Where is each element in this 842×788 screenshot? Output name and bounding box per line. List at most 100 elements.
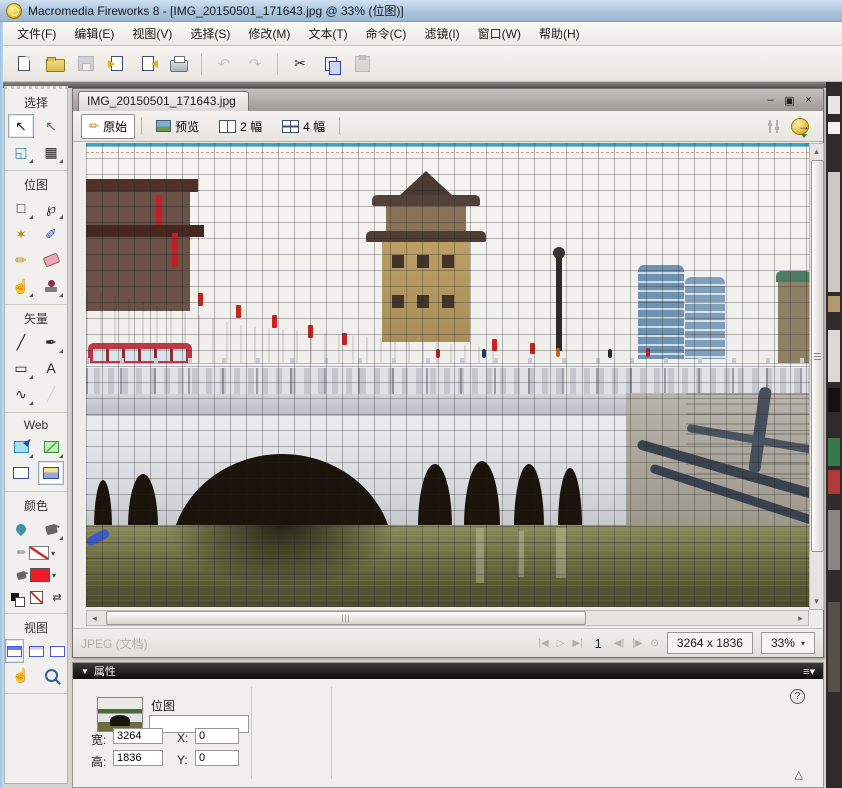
next-frame-icon[interactable]: |▶ [632,638,642,649]
viewbar-separator [141,117,143,135]
brush-tool[interactable]: ✐ [38,222,64,246]
show-slices-button[interactable] [38,461,64,485]
eraser-icon [42,252,60,268]
photo-top-edge [86,143,809,147]
panel-menu-icon[interactable]: ≡▾ [803,665,823,678]
photo-corner-tower-roof2 [86,225,204,237]
crop-tool[interactable]: ▦ [38,140,64,164]
cut-button[interactable]: ✂ [288,52,312,76]
freeform-tool[interactable]: ∿ [8,382,34,406]
doc-minimize-button[interactable]: – [764,94,777,106]
import-button[interactable] [105,52,129,76]
zoom-tool[interactable] [38,663,64,687]
hand-tool[interactable]: ☝ [8,663,34,687]
zoom-level-box[interactable]: 33% ▾ [760,632,815,654]
two-up-view-button[interactable]: 2 幅 [211,114,270,139]
frame-number: 1 [594,635,602,651]
previous-frame-icon[interactable]: ◀| [614,638,624,649]
line-tool[interactable]: ╱ [8,330,34,354]
redo-button[interactable]: ↷ [243,52,267,76]
expand-panel-icon[interactable]: △ [795,768,803,781]
document-tab[interactable]: IMG_20150501_171643.jpg [78,91,249,111]
slice-tool[interactable] [38,435,64,459]
hotspot-tool[interactable] [8,435,34,459]
four-up-view-button[interactable]: 4 幅 [274,114,333,139]
paint-bucket-tool[interactable] [38,517,64,541]
menu-item-text[interactable]: 文本(T) [299,22,356,45]
text-tool[interactable]: A [38,356,64,380]
full-screen-button[interactable] [48,639,67,663]
copy-button[interactable] [319,52,343,76]
help-icon[interactable]: ? [790,689,805,704]
vertical-scrollbar[interactable]: ▴ ▾ [809,143,824,610]
fill-color-well[interactable]: ▾ [29,568,56,582]
height-input[interactable] [113,750,163,766]
default-colors-button[interactable] [6,585,25,609]
menu-item-window[interactable]: 窗口(W) [469,22,530,45]
title-bar[interactable]: Macromedia Fireworks 8 - [IMG_20150501_1… [0,0,842,22]
preview-view-button[interactable]: 预览 [148,114,207,139]
print-button[interactable] [167,52,191,76]
quick-export-icon[interactable] [791,117,810,138]
lasso-tool[interactable]: ℘ [38,196,64,220]
menu-item-modify[interactable]: 修改(M) [239,22,299,45]
rubber-stamp-tool[interactable] [38,274,64,298]
export-button[interactable] [136,52,160,76]
menu-item-filters[interactable]: 滤镜(I) [415,22,468,45]
doc-restore-button[interactable]: ▣ [783,94,796,107]
menu-item-help[interactable]: 帮助(H) [530,22,589,45]
magic-wand-tool[interactable]: ✶ [8,222,34,246]
dock-fragment [828,96,840,114]
doc-close-button[interactable]: × [802,94,815,106]
scale-tool[interactable]: ◱ [8,140,34,164]
rectangle-tool[interactable]: ▭ [8,356,34,380]
collapse-triangle-icon[interactable]: ▼ [81,667,89,676]
scroll-right-arrow-icon[interactable]: ▸ [793,613,808,624]
menu-item-edit[interactable]: 编辑(E) [65,22,123,45]
subselection-tool[interactable]: ↖ [38,114,64,138]
full-screen-menus-button[interactable] [27,639,46,663]
scroll-down-arrow-icon[interactable]: ▾ [810,596,823,607]
pen-tool[interactable]: ✒ [38,330,64,354]
play-icon[interactable]: ▷ [557,638,565,649]
preview-settings-icon[interactable] [768,119,779,133]
hide-slices-button[interactable] [8,461,34,485]
new-document-button[interactable] [12,52,36,76]
save-button[interactable] [74,52,98,76]
no-color-button[interactable] [27,585,45,609]
swap-colors-button[interactable]: ⇄ [48,585,66,609]
first-frame-icon[interactable]: |◀ [538,638,548,649]
eyedropper-tool[interactable] [8,517,34,541]
pencil-tool[interactable]: ✏ [8,248,34,272]
scroll-left-arrow-icon[interactable]: ◂ [87,613,102,624]
last-frame-icon[interactable]: ▶| [572,638,582,649]
standard-screen-button[interactable] [5,639,24,663]
y-input[interactable] [195,750,239,766]
pointer-tool[interactable]: ↖ [8,114,34,138]
menu-item-commands[interactable]: 命令(C) [357,22,416,45]
eraser-tool[interactable] [38,248,64,272]
undo-button[interactable]: ↶ [212,52,236,76]
loop-icon[interactable]: ⊙ [651,638,659,649]
paste-button[interactable] [350,52,374,76]
knife-tool[interactable]: ╱ [38,382,64,406]
stroke-color-well[interactable]: ▾ [29,546,55,560]
horizontal-scroll-thumb[interactable]: ||| [106,611,586,625]
width-input[interactable] [113,728,163,744]
x-input[interactable] [195,728,239,744]
original-view-button[interactable]: ✏ 原始 [81,113,136,139]
smudge-tool[interactable]: ☝ [8,274,34,298]
properties-header[interactable]: ▼ 属性 ≡▾ [73,663,823,679]
photo-guide-line [86,152,809,153]
horizontal-scrollbar[interactable]: ◂ ||| ▸ [86,610,809,626]
menu-item-select[interactable]: 选择(S) [181,22,239,45]
redo-icon: ↷ [248,55,262,73]
menu-item-file[interactable]: 文件(F) [8,22,65,45]
menu-item-view[interactable]: 视图(V) [123,22,181,45]
marquee-tool[interactable]: □ [8,196,34,220]
preview-image-icon [156,120,172,132]
vertical-scroll-thumb[interactable] [811,160,824,552]
open-button[interactable] [43,52,67,76]
canvas[interactable] [86,143,809,607]
scroll-up-arrow-icon[interactable]: ▴ [810,146,823,157]
